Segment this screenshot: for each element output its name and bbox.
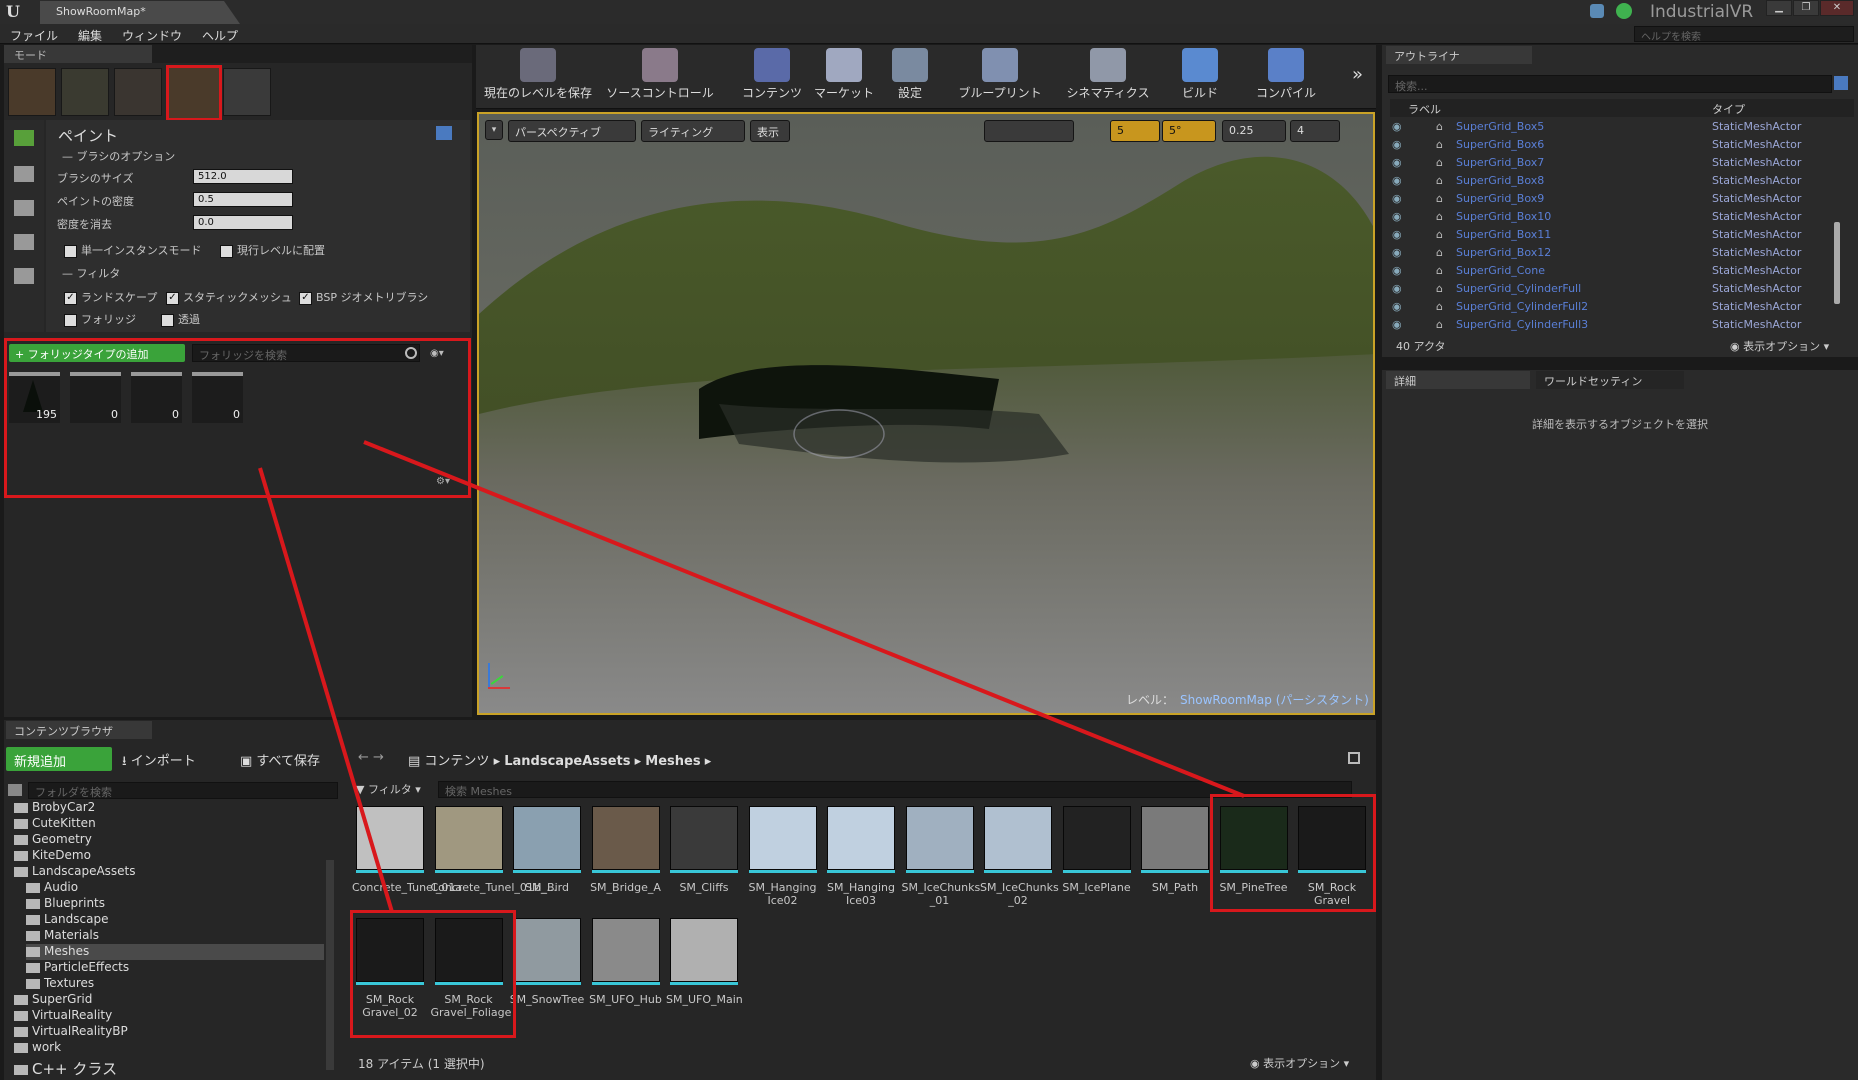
arrow-to-pinetree xyxy=(363,440,1245,798)
arrow-to-rock-gravel xyxy=(258,467,394,913)
annotation-arrows xyxy=(258,440,1245,913)
